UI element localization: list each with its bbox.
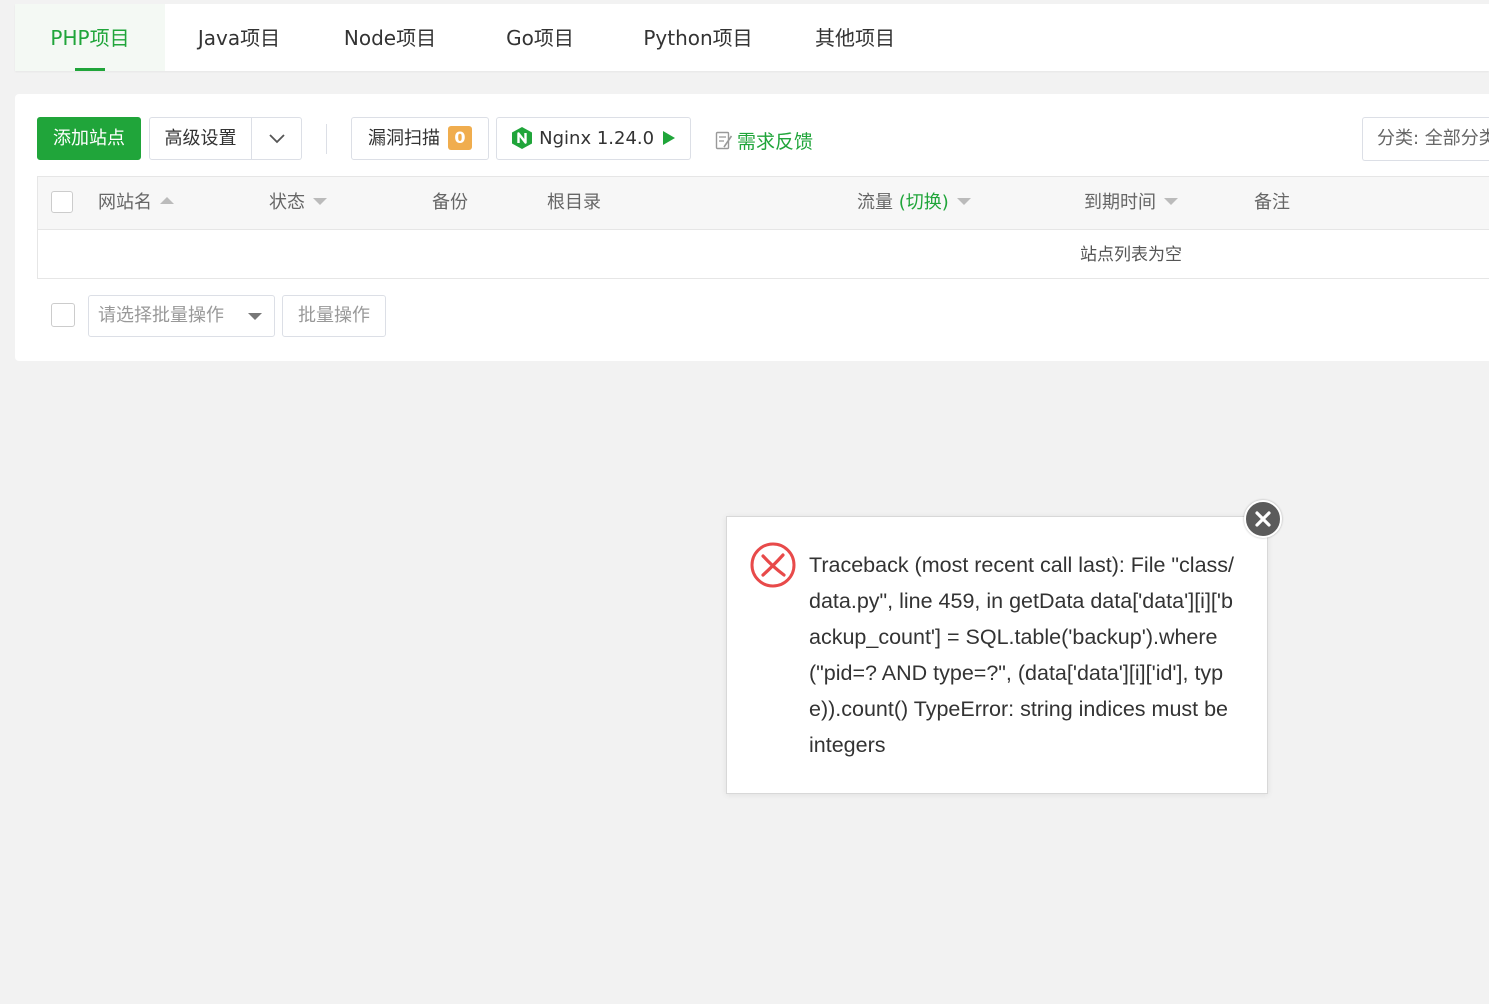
vulnerability-scan-label: 漏洞扫描 [368, 128, 440, 149]
tab-other-label: 其他项目 [815, 26, 895, 50]
column-status-label: 状态 [269, 192, 305, 213]
column-expire-label: 到期时间 [1084, 192, 1156, 213]
column-traffic-label: 流量 [857, 192, 893, 213]
sort-desc-icon [1164, 198, 1178, 205]
column-root-dir: 根目录 [547, 177, 601, 229]
tab-java-label: Java项目 [197, 26, 281, 50]
nginx-logo-icon [512, 127, 533, 149]
site-table: 网站名 状态 备份 根目录 流量 (切换) 到期时间 备注 站点列表为空 [37, 176, 1489, 279]
nginx-version-label: Nginx 1.24.0 [539, 128, 655, 149]
project-type-tabs: PHP项目 Java项目 Node项目 Go项目 Python项目 其他项目 [15, 4, 1489, 71]
column-backup: 备份 [432, 177, 468, 229]
tab-other[interactable]: 其他项目 [783, 4, 927, 71]
sort-desc-icon [313, 198, 327, 205]
scan-count-badge: 0 [448, 126, 472, 150]
play-icon [662, 131, 675, 145]
column-status[interactable]: 状态 [269, 177, 327, 229]
advanced-settings-label: 高级设置 [164, 128, 237, 149]
vulnerability-scan-button[interactable]: 漏洞扫描 0 [351, 117, 489, 160]
chevron-down-icon [268, 134, 285, 144]
error-dialog: Traceback (most recent call last): File … [726, 516, 1268, 794]
add-site-button[interactable]: 添加站点 [37, 117, 141, 160]
traffic-switch-link[interactable]: (切换) [899, 192, 949, 213]
column-traffic[interactable]: 流量 (切换) [857, 177, 971, 229]
column-site-name[interactable]: 网站名 [98, 177, 174, 229]
batch-operation-label: 批量操作 [298, 305, 370, 326]
close-icon [1255, 511, 1271, 527]
category-filter-label: 分类: 全部分类 [1377, 128, 1489, 149]
column-remark: 备注 [1254, 177, 1290, 229]
nginx-version-button[interactable]: Nginx 1.24.0 [496, 117, 691, 160]
tab-go-label: Go项目 [506, 26, 574, 50]
edit-icon [715, 131, 733, 150]
sort-asc-icon [160, 197, 174, 204]
empty-table-message: 站点列表为空 [1080, 245, 1182, 265]
toolbar-divider [326, 124, 327, 154]
caret-down-icon [248, 313, 262, 320]
tab-python-label: Python项目 [643, 26, 753, 50]
advanced-settings-button[interactable]: 高级设置 [149, 117, 252, 160]
tab-python[interactable]: Python项目 [613, 4, 783, 71]
batch-select-checkbox[interactable] [51, 303, 75, 327]
add-site-label: 添加站点 [53, 128, 125, 149]
sort-desc-icon [956, 198, 971, 205]
site-table-header: 网站名 状态 备份 根目录 流量 (切换) 到期时间 备注 [38, 177, 1489, 230]
feedback-link[interactable]: 需求反馈 [715, 127, 813, 154]
tab-java[interactable]: Java项目 [165, 4, 313, 71]
column-backup-label: 备份 [432, 192, 468, 213]
advanced-dropdown-button[interactable] [252, 117, 302, 160]
tab-node-label: Node项目 [343, 26, 437, 50]
error-message: Traceback (most recent call last): File … [809, 553, 1235, 757]
tab-node[interactable]: Node项目 [313, 4, 467, 71]
column-site-name-label: 网站名 [98, 192, 152, 213]
batch-action-select[interactable]: 请选择批量操作 [88, 295, 275, 337]
close-dialog-button[interactable] [1244, 500, 1282, 538]
column-expire[interactable]: 到期时间 [1084, 177, 1178, 229]
tab-go[interactable]: Go项目 [467, 4, 613, 71]
feedback-label: 需求反馈 [737, 131, 814, 153]
batch-operation-button[interactable]: 批量操作 [282, 295, 386, 337]
active-tab-indicator [75, 68, 105, 71]
tab-php-label: PHP项目 [50, 26, 130, 50]
column-root-dir-label: 根目录 [547, 192, 601, 213]
select-all-checkbox[interactable] [51, 191, 73, 213]
category-filter-select[interactable]: 分类: 全部分类 [1362, 117, 1489, 161]
error-icon [750, 542, 796, 588]
batch-action-placeholder: 请选择批量操作 [98, 305, 224, 326]
tab-php[interactable]: PHP项目 [15, 4, 165, 71]
site-panel: 添加站点 高级设置 漏洞扫描 0 Nginx 1.24.0 需求反馈 分类: 全部… [15, 94, 1489, 361]
column-remark-label: 备注 [1254, 192, 1290, 213]
